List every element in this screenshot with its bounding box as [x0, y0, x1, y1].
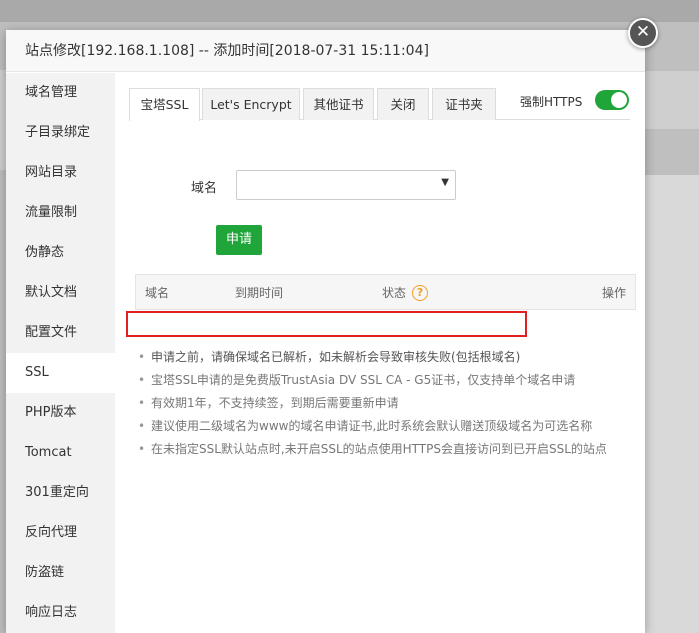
- close-icon[interactable]: ✕: [628, 18, 658, 48]
- column-action: 操作: [602, 286, 627, 300]
- tip-item: • 申请之前，请确保域名已解析，如未解析会导致审核失败(包括根域名): [135, 346, 640, 369]
- column-domain: 域名: [145, 286, 170, 300]
- dialog-title: 站点修改[192.168.1.108] -- 添加时间[2018-07-31 1…: [6, 30, 645, 72]
- sidebar-item-hotlink[interactable]: 防盗链: [6, 553, 115, 593]
- apply-button[interactable]: 申请: [216, 225, 262, 255]
- tab-cert-folder[interactable]: 证书夹: [432, 88, 496, 120]
- sidebar-item-domain[interactable]: 域名管理: [6, 73, 115, 113]
- bullet: •: [138, 350, 146, 364]
- tip-text: 宝塔SSL申请的是免费版TrustAsia DV SSL CA - G5证书，仅…: [151, 373, 576, 387]
- column-status: 状态: [382, 286, 407, 300]
- ssl-tips: • 申请之前，请确保域名已解析，如未解析会导致审核失败(包括根域名) • 宝塔SSL…: [135, 346, 640, 461]
- tip-item: • 建议使用二级域名为www的域名申请证书,此时系统会默认赠送顶级域名为可选名称: [135, 415, 640, 438]
- sidebar-item-php[interactable]: PHP版本: [6, 393, 115, 433]
- sidebar-item-rewrite[interactable]: 伪静态: [6, 233, 115, 273]
- background-header: [0, 0, 699, 22]
- sidebar-item-log[interactable]: 响应日志: [6, 593, 115, 633]
- sidebar-item-traffic-limit[interactable]: 流量限制: [6, 193, 115, 233]
- ssl-panel: 宝塔SSL Let's Encrypt 其他证书 关闭 证书夹 强制HTTPS …: [115, 73, 645, 633]
- domain-label: 域名: [191, 181, 218, 196]
- tab-close[interactable]: 关闭: [377, 88, 429, 120]
- sidebar-item-site-dir[interactable]: 网站目录: [6, 153, 115, 193]
- tab-other-cert[interactable]: 其他证书: [303, 88, 374, 120]
- tab-bt-ssl[interactable]: 宝塔SSL: [129, 88, 200, 121]
- force-https-toggle[interactable]: [595, 90, 629, 110]
- sidebar-item-subdir[interactable]: 子目录绑定: [6, 113, 115, 153]
- force-https-label: 强制HTTPS: [520, 95, 583, 109]
- tip-text: 建议使用二级域名为www的域名申请证书,此时系统会默认赠送顶级域名为可选名称: [151, 419, 593, 433]
- sidebar-item-proxy[interactable]: 反向代理: [6, 513, 115, 553]
- chevron-down-icon: ▼: [441, 177, 449, 188]
- sidebar-item-ssl[interactable]: SSL: [6, 353, 115, 393]
- dialog-sidebar: 域名管理 子目录绑定 网站目录 流量限制 伪静态 默认文档 配置文件 SSL P…: [6, 73, 115, 633]
- bullet: •: [138, 396, 146, 410]
- tip-text: 在未指定SSL默认站点时,未开启SSL的站点使用HTTPS会直接访问到已开启SS…: [151, 442, 607, 456]
- sidebar-item-config[interactable]: 配置文件: [6, 313, 115, 353]
- sidebar-item-tomcat[interactable]: Tomcat: [6, 433, 115, 473]
- tip-item: • 有效期1年，不支持续签，到期后需要重新申请: [135, 392, 640, 415]
- bullet: •: [138, 442, 146, 456]
- sidebar-item-default-doc[interactable]: 默认文档: [6, 273, 115, 313]
- tip-text: 申请之前，请确保域名已解析，如未解析会导致审核失败(包括根域名): [151, 350, 521, 364]
- tip-item: • 宝塔SSL申请的是免费版TrustAsia DV SSL CA - G5证书，…: [135, 369, 640, 392]
- help-icon[interactable]: ?: [412, 285, 428, 301]
- tip-item: • 在未指定SSL默认站点时,未开启SSL的站点使用HTTPS会直接访问到已开启S…: [135, 438, 640, 461]
- background-panel: [645, 175, 699, 633]
- tab-lets-encrypt[interactable]: Let's Encrypt: [202, 88, 300, 120]
- bullet: •: [138, 373, 146, 387]
- background-panel: [645, 70, 699, 130]
- highlight-box: [126, 311, 527, 337]
- toggle-knob: [611, 92, 627, 108]
- bullet: •: [138, 419, 146, 433]
- tip-text: 有效期1年，不支持续签，到期后需要重新申请: [151, 396, 399, 410]
- column-expiry: 到期时间: [235, 286, 284, 300]
- sidebar-item-redirect[interactable]: 301重定向: [6, 473, 115, 513]
- domain-select[interactable]: ▼: [236, 170, 456, 200]
- cert-table-header: 域名 到期时间 状态 ? 操作: [135, 274, 636, 310]
